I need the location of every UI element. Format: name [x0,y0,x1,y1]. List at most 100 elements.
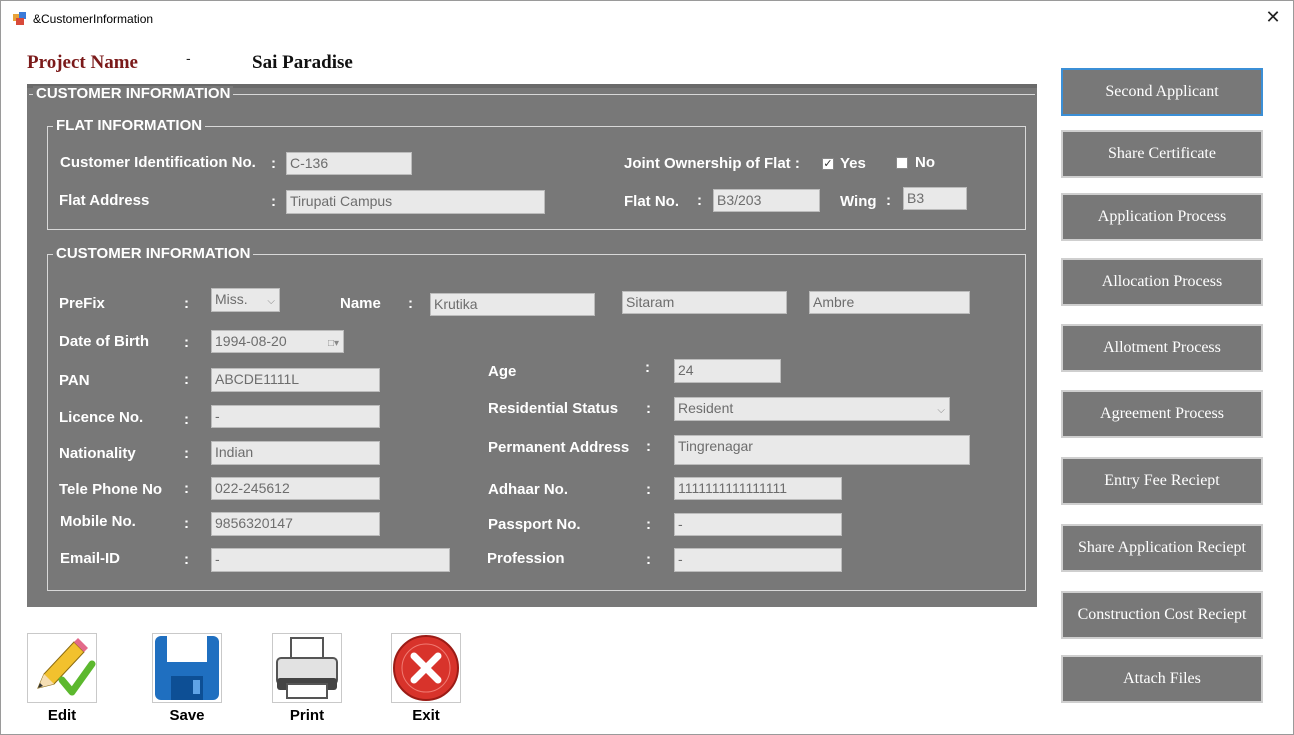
email-colon: : [184,551,189,568]
name-colon: : [408,295,413,312]
adhaar-label: Adhaar No. [488,481,569,498]
wing-colon: : [886,192,891,209]
email-label: Email-ID [60,550,121,567]
customer-id-colon: : [271,155,276,172]
form-app-icon [13,12,26,25]
exit-label: Exit [412,707,440,724]
flat-no-field[interactable]: B3/203 [713,189,820,212]
age-field[interactable]: 24 [674,359,781,383]
licence-colon: : [184,411,189,428]
printer-icon [276,637,338,699]
floppy-disk-icon [155,636,219,700]
telephone-field[interactable]: 022-245612 [211,477,380,500]
email-field[interactable]: - [211,548,450,572]
agreement-process-button[interactable]: Agreement Process [1061,390,1263,438]
exit-x-icon [393,635,459,701]
last-name-field[interactable]: Ambre [809,291,970,314]
prefix-dropdown[interactable]: Miss. ⌵ [211,288,280,312]
residential-status-dropdown[interactable]: Resident ⌵ [674,397,950,421]
telephone-colon: : [184,480,189,497]
print-label: Print [289,707,325,724]
telephone-label: Tele Phone No [59,481,163,498]
joint-no-label: No [915,154,935,171]
pencil-check-icon [37,638,96,696]
flat-info-title: FLAT INFORMATION [53,118,206,134]
residential-colon: : [646,400,651,417]
mobile-colon: : [184,515,189,532]
licence-label: Licence No. [59,409,144,426]
prefix-colon: : [184,295,189,312]
customer-info-panel: CUSTOMER INFORMATION FLAT INFORMATION Cu… [27,84,1037,607]
flat-address-colon: : [271,193,276,210]
print-button[interactable] [272,633,342,703]
share-application-receipt-button[interactable]: Share Application Reciept [1061,524,1263,572]
joint-yes-checkbox[interactable]: ✓ [822,158,834,170]
residential-status-label: Residential Status [488,400,619,417]
permanent-address-label: Permanent Address [488,439,630,456]
dob-value: 1994-08-20 [215,333,287,349]
profession-colon: : [646,551,651,568]
flat-no-colon: : [697,192,702,209]
passport-label: Passport No. [488,516,581,533]
customer-id-label: Customer Identification No. [60,154,256,171]
customer-info-title: CUSTOMER INFORMATION [53,246,254,262]
wing-label: Wing [840,193,877,210]
profession-field[interactable]: - [674,548,842,572]
joint-ownership-label: Joint Ownership of Flat : [624,155,800,172]
middle-name-field[interactable]: Sitaram [622,291,787,314]
passport-field[interactable]: - [674,513,842,536]
nationality-label: Nationality [59,445,136,462]
flat-info-group [47,126,1026,230]
nationality-field[interactable]: Indian [211,441,380,465]
entry-fee-receipt-button[interactable]: Entry Fee Reciept [1061,457,1263,505]
nationality-colon: : [184,445,189,462]
adhaar-field[interactable]: 1111111111111111 [674,477,842,500]
age-colon: : [645,359,650,376]
prefix-label: PreFix [59,295,105,312]
passport-colon: : [646,516,651,533]
permanent-address-field[interactable]: Tingrenagar [674,435,970,465]
name-label: Name [340,295,381,312]
allocation-process-button[interactable]: Allocation Process [1061,258,1263,306]
application-process-button[interactable]: Application Process [1061,193,1263,241]
wing-field[interactable]: B3 [903,187,967,210]
project-name-value: Sai Paradise [252,52,353,73]
outer-group-title: CUSTOMER INFORMATION [33,86,234,102]
chevron-down-icon: ⌵ [937,405,945,416]
project-name-separator: - [186,50,191,66]
age-label: Age [488,363,517,380]
construction-cost-receipt-button[interactable]: Construction Cost Reciept [1061,591,1263,639]
profession-label: Profession [487,550,565,567]
joint-yes-label: Yes [840,155,866,172]
dob-label: Date of Birth [59,333,149,350]
attach-files-button[interactable]: Attach Files [1061,655,1263,703]
chevron-down-icon: ⌵ [267,296,275,307]
share-certificate-button[interactable]: Share Certificate [1061,130,1263,178]
adhaar-colon: : [646,481,651,498]
edit-button[interactable] [27,633,97,703]
customer-id-field[interactable]: C-136 [286,152,412,175]
save-button[interactable] [152,633,222,703]
close-icon[interactable]: ✕ [1264,8,1282,26]
flat-address-field[interactable]: Tirupati Campus [286,190,545,214]
flat-no-label: Flat No. [624,193,679,210]
joint-no-checkbox[interactable] [896,157,908,169]
project-name-label: Project Name [27,52,138,73]
dob-datepicker[interactable]: 1994-08-20 □▾ [211,330,344,353]
flat-address-label: Flat Address [59,192,150,209]
pan-field[interactable]: ABCDE1111L [211,368,380,392]
mobile-label: Mobile No. [60,513,136,530]
mobile-field[interactable]: 9856320147 [211,512,380,536]
licence-field[interactable]: - [211,405,380,428]
calendar-icon[interactable]: □▾ [328,334,339,352]
permanent-colon: : [646,438,651,455]
window-title: &CustomerInformation [33,12,154,26]
pan-label: PAN [59,372,90,389]
allotment-process-button[interactable]: Allotment Process [1061,324,1263,372]
dob-colon: : [184,334,189,351]
pan-colon: : [184,371,189,388]
second-applicant-button[interactable]: Second Applicant [1061,68,1263,116]
exit-button[interactable] [391,633,461,703]
first-name-field[interactable]: Krutika [430,293,595,316]
prefix-value: Miss. [215,291,248,307]
